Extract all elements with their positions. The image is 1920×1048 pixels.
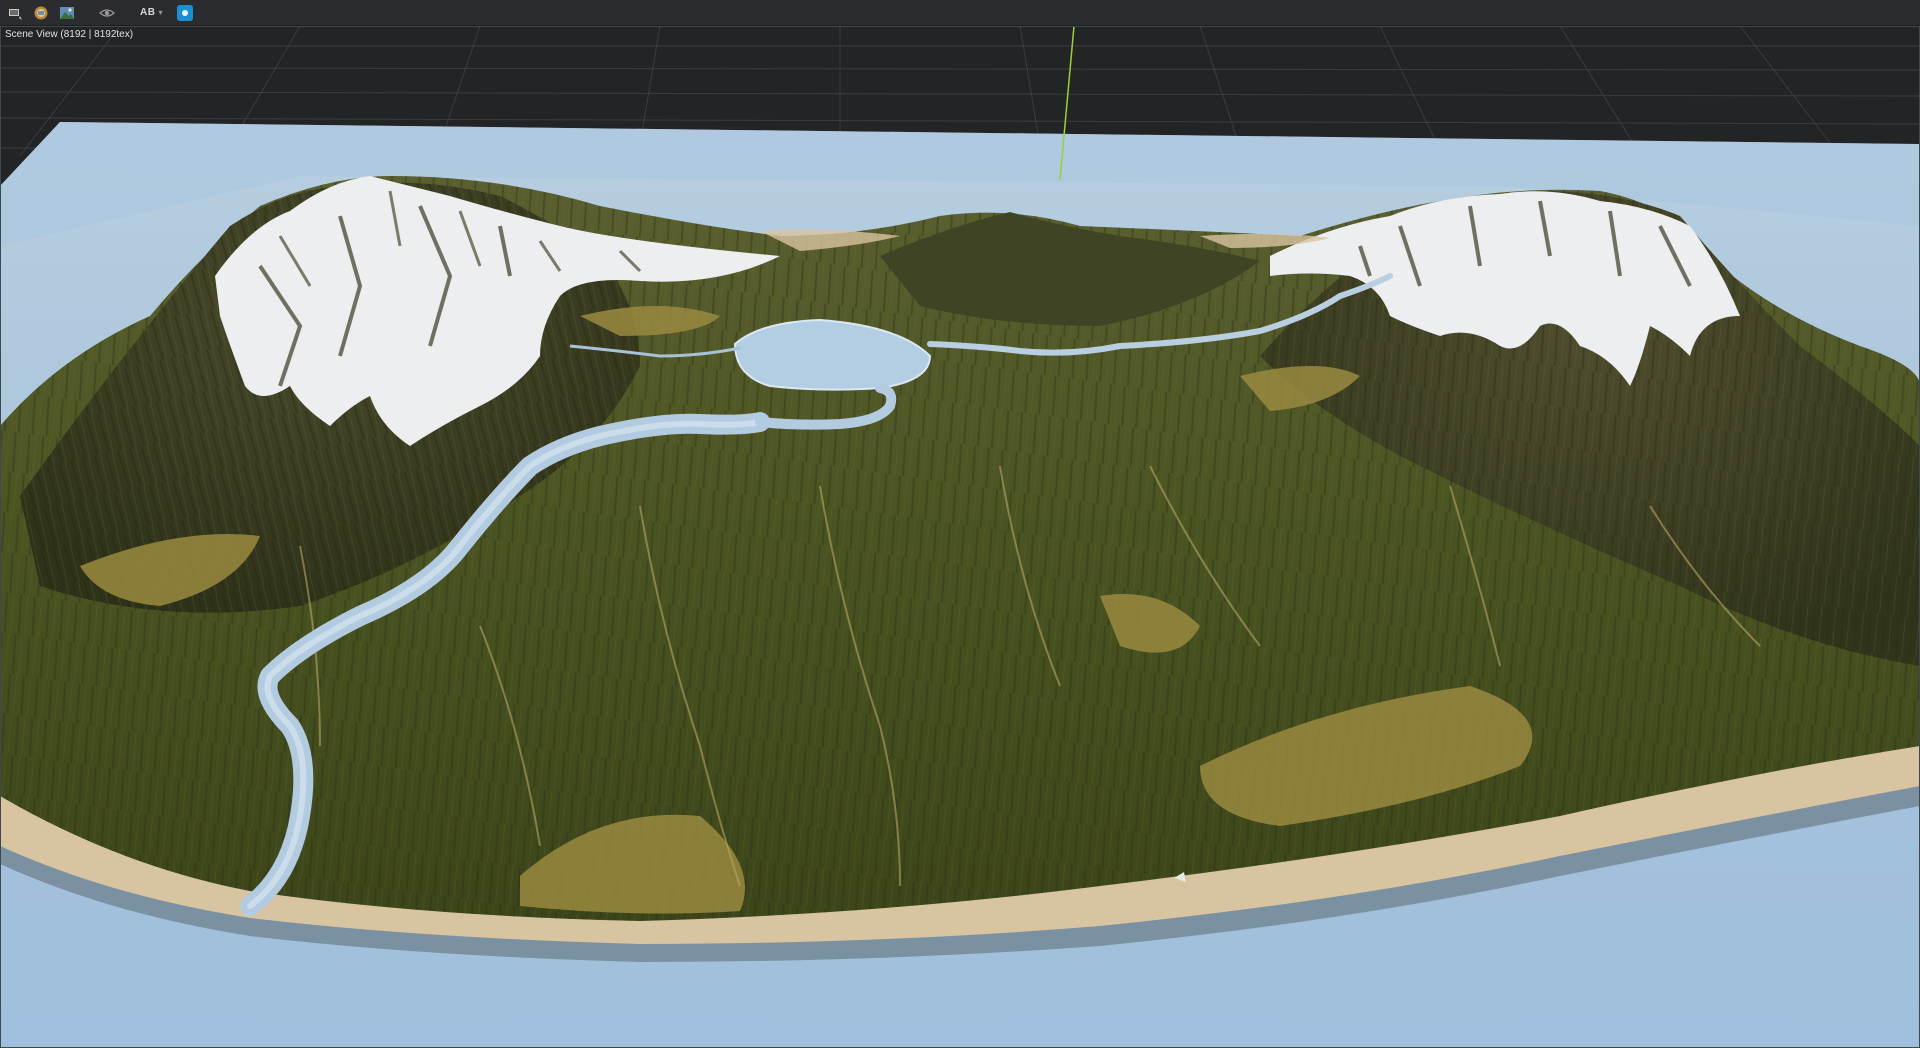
- scene-view-label: Scene View (8192 | 8192tex): [5, 29, 134, 40]
- render-settings-icon[interactable]: [30, 3, 52, 23]
- terrain-render: [0, 26, 1920, 1048]
- scene-viewport[interactable]: Scene View (8192 | 8192tex): [0, 26, 1920, 1048]
- chevron-down-icon: ▾: [158, 8, 163, 17]
- visibility-eye-icon[interactable]: [96, 3, 118, 23]
- image-preview-icon[interactable]: [56, 3, 78, 23]
- viewport-toolbar: AB ▾: [0, 0, 1920, 26]
- camera-select-icon[interactable]: [4, 3, 26, 23]
- active-view-toggle-icon[interactable]: [176, 4, 193, 21]
- ab-compare-dropdown[interactable]: AB ▾: [136, 3, 167, 23]
- terrain-editor-window: AB ▾ Scene View (8192 | 8192tex): [0, 0, 1920, 1048]
- ab-compare-label: AB: [140, 7, 156, 18]
